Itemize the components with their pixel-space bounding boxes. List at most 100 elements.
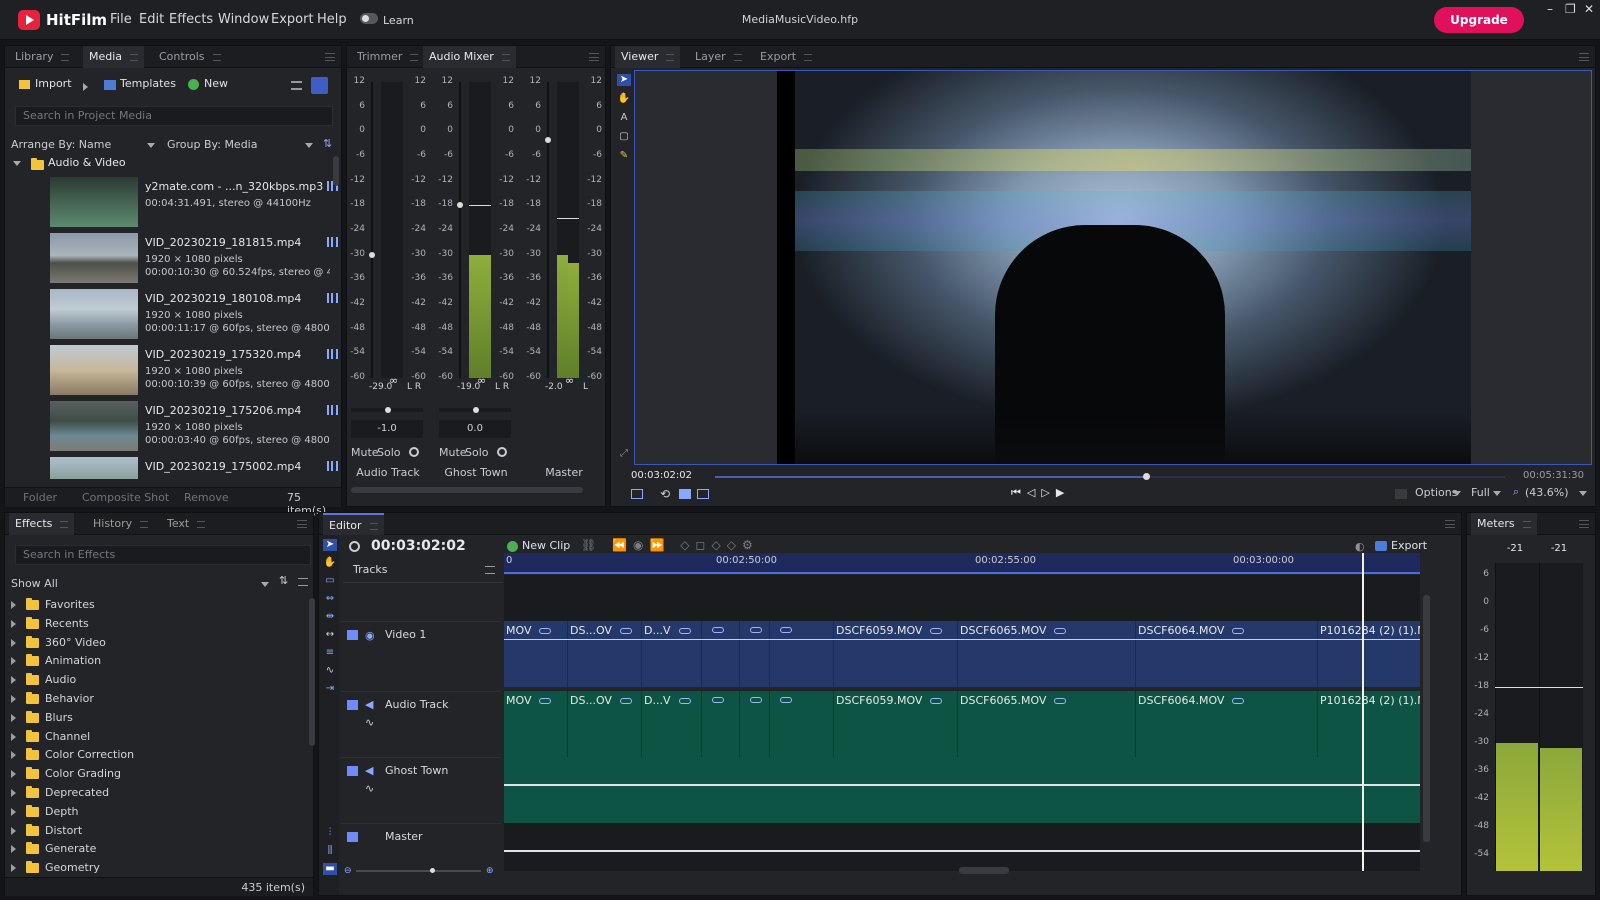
close-icon[interactable]: ✕ [1584,2,1594,16]
rate-tool-icon[interactable]: ∿ [323,665,337,677]
timeline-clip[interactable]: DSCF6059.MOV [834,621,958,687]
tab-meters[interactable]: Meters [1471,513,1537,535]
lock-icon[interactable] [347,832,358,842]
timeline-clip[interactable]: P1016284 (2) (1).MOV [1318,691,1420,757]
tab-history[interactable]: History [87,513,154,535]
upgrade-button[interactable]: Upgrade [1434,7,1524,33]
speaker-icon[interactable]: ◀ [365,764,373,777]
fader-knob[interactable] [457,202,463,209]
effects-category[interactable]: Color Correction [11,745,301,764]
effects-category[interactable]: Geometry [11,858,301,877]
minimize-icon[interactable]: – [1547,2,1553,16]
expand-arrow-icon[interactable] [11,713,16,722]
fader-knob[interactable] [545,136,551,143]
folder-button[interactable]: Folder [23,491,57,504]
sort-icon[interactable]: ⇅ [323,137,332,150]
media-item[interactable]: VID_20230219_180108.mp4 1920 × 1080 pixe… [50,289,340,345]
arrange-by-select[interactable]: Arrange By: Name [11,136,159,154]
timeline-clip[interactable]: DSCF6064.MOV [1136,691,1318,757]
expand-arrow-icon[interactable] [11,695,16,703]
tab-audio-mixer[interactable]: Audio Mixer [423,46,516,68]
overlay-icon[interactable] [697,489,709,499]
timeline-zoom-slider[interactable]: ⊖ ⊕ [344,865,494,877]
expand-arrow-icon[interactable] [11,601,16,609]
record-arm-icon[interactable] [497,447,507,457]
track-height-icon[interactable]: ▬ [323,863,337,875]
viewer-canvas[interactable] [634,70,1592,465]
expand-arrow-icon[interactable] [11,676,16,685]
effects-search-input[interactable]: Search in Effects [15,545,311,565]
tab-editor[interactable]: Editor [323,513,384,535]
lock-icon[interactable] [347,766,358,776]
mixer-scrollbar[interactable] [347,484,605,496]
new-clip-button[interactable]: New Clip [522,539,570,552]
detail-view-icon[interactable] [311,77,328,94]
fader-knob[interactable] [369,251,375,258]
templates-button[interactable]: Templates [120,77,176,90]
pan-value[interactable]: 0.0 [439,420,511,438]
group-by-select[interactable]: Group By: Media [167,136,317,154]
link-icon[interactable]: ⛓ [581,538,602,552]
master-volume-line[interactable] [504,850,1420,852]
zoom-out-icon[interactable]: ⊖ [344,866,352,876]
stop-icon[interactable]: ◻ [696,538,712,552]
mute-button[interactable]: Mute [439,446,467,459]
audio-properties-icon[interactable] [327,293,338,303]
keyframe-next-icon[interactable]: ◇ [727,538,742,552]
track-header-ghost-town[interactable]: ◀ Ghost Town ∿ [341,757,501,823]
mute-button[interactable]: Mute [351,446,379,459]
effects-category[interactable]: Deprecated [11,783,301,802]
media-item[interactable]: VID_20230219_181815.mp4 1920 × 1080 pixe… [50,233,340,289]
tab-export[interactable]: Export [754,46,818,68]
learn-toggle[interactable] [360,13,378,24]
viewer-scrubber[interactable] [715,473,1505,480]
remove-button[interactable]: Remove [184,491,229,504]
media-search-input[interactable]: Search in Project Media [15,106,333,126]
lock-icon[interactable] [347,630,358,640]
roll-tool-icon[interactable]: ≡ [323,647,337,659]
scrubber-playhead[interactable] [1143,473,1151,480]
safe-area-icon[interactable] [631,489,643,499]
timeline-clip[interactable]: P1016284 (2) (1).MOV [1318,621,1420,687]
track-header-video-1[interactable]: ◉ Video 1 [341,621,501,691]
speaker-icon[interactable]: ◀ [365,698,373,711]
select-tool-icon[interactable]: ➤ [617,74,631,86]
insert-icon[interactable] [679,489,691,499]
effects-menu-icon[interactable] [298,578,308,586]
pan-value[interactable]: -1.0 [351,420,423,438]
expand-arrow-icon[interactable] [11,732,16,741]
effects-category[interactable]: Color Grading [11,764,301,783]
effects-category[interactable]: Animation [11,651,301,670]
timeline-clip[interactable]: DSCF6065.MOV [958,621,1136,687]
tab-effects[interactable]: Effects [9,513,75,535]
link-icon[interactable]: ∞ [389,374,398,387]
expand-arrow-icon[interactable] [11,826,16,835]
timeline-clip[interactable]: DSCF6059.MOV [834,691,958,757]
effects-scrollbar[interactable] [309,598,315,746]
timeline-clip[interactable]: MOV [504,691,568,757]
play-icon[interactable]: ▶ [1056,486,1070,499]
pan-knob[interactable] [473,407,479,413]
tab-viewer[interactable]: Viewer [615,46,681,68]
expand-arrow-icon[interactable] [11,845,16,854]
expand-arrow-icon[interactable] [11,864,16,873]
slide-tool-icon[interactable]: ⇹ [323,611,337,623]
quality-select[interactable]: Full [1471,484,1505,502]
tab-controls[interactable]: Controls [153,46,227,68]
snap-tool-icon[interactable]: ⇥ [323,683,337,695]
editor-timecode[interactable]: 00:03:02:02 [371,538,466,554]
timeline-clip[interactable]: MOV [504,621,568,687]
panel-menu-icon[interactable] [1445,520,1455,528]
waveform-icon[interactable]: ∿ [365,716,374,729]
effects-category[interactable]: Generate [11,839,301,858]
zoom-select[interactable]: (43.6%) [1525,484,1591,502]
fader-track[interactable] [459,82,461,378]
fader-track[interactable] [371,82,373,378]
expand-arrow-icon[interactable] [11,789,16,797]
timeline-clip[interactable] [770,691,834,757]
timeline-vertical-scrollbar[interactable] [1423,595,1430,842]
step-back-icon[interactable]: ◁ [1027,486,1041,499]
effects-category[interactable]: Behavior [11,689,301,708]
menu-window[interactable]: Window [218,12,269,27]
maximize-icon[interactable]: ❐ [1565,2,1576,16]
